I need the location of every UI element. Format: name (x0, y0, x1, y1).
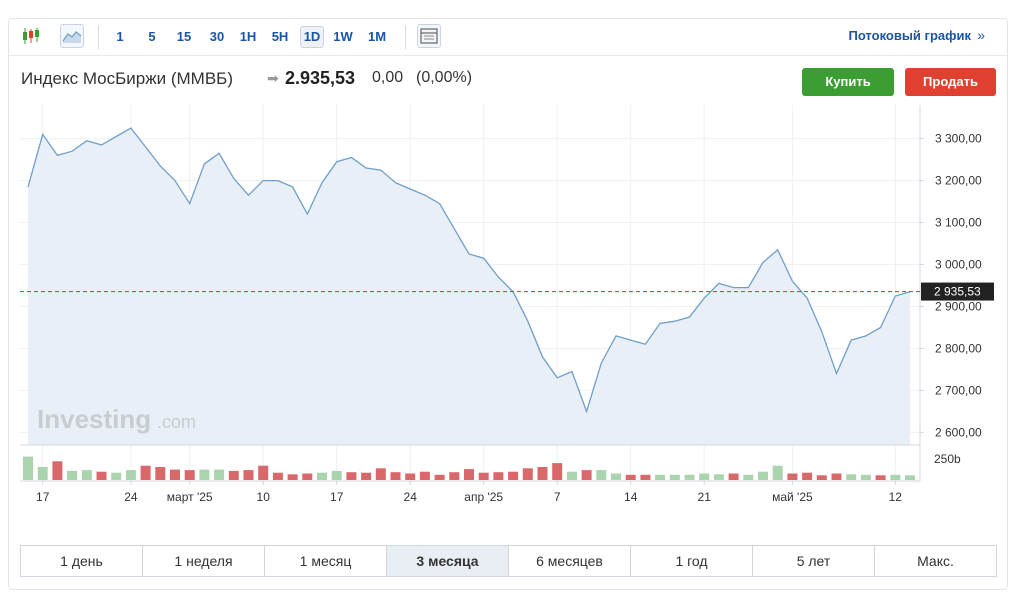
volume-bar (67, 470, 78, 480)
volume-bar (302, 473, 313, 480)
volume-bar (52, 461, 63, 480)
volume-bar (816, 475, 827, 480)
volume-bar (464, 469, 474, 480)
x-tick-label: 24 (404, 490, 418, 504)
range-2[interactable]: 1 месяц (265, 546, 387, 576)
volume-bar (890, 474, 901, 480)
volume-bar (390, 472, 401, 480)
x-tick-label: май '25 (772, 490, 813, 504)
volume-bar (625, 474, 636, 480)
y-tick-label: 3 200,00 (935, 174, 982, 188)
volume-bar (111, 472, 122, 480)
volume-bar (478, 472, 489, 480)
range-3[interactable]: 3 месяца (387, 546, 509, 576)
range-5[interactable]: 1 год (631, 546, 753, 576)
volume-bar (361, 472, 372, 480)
investing-watermark: Investing (37, 404, 151, 434)
volume-bar (905, 475, 915, 480)
volume-bar (125, 470, 136, 480)
volume-bar (758, 471, 768, 480)
range-4[interactable]: 6 месяцев (509, 546, 631, 576)
x-tick-label: 21 (698, 490, 712, 504)
volume-bar (272, 472, 283, 480)
volume-bar (419, 471, 430, 480)
volume-bar (331, 470, 342, 480)
volume-bar (669, 474, 680, 480)
x-tick-label: 7 (554, 490, 561, 504)
x-tick-label: 10 (257, 490, 271, 504)
x-tick-label: 12 (889, 490, 903, 504)
volume-bar (243, 470, 254, 480)
volume-bar (552, 463, 563, 480)
volume-bar (772, 465, 783, 480)
volume-bar (522, 468, 533, 480)
volume-bar (493, 472, 504, 480)
y-tick-label: 3 000,00 (935, 258, 982, 272)
y-tick-label: 3 100,00 (935, 216, 982, 230)
volume-bar (434, 474, 445, 480)
volume-bar (170, 469, 180, 480)
range-6[interactable]: 5 лет (753, 546, 875, 576)
volume-bar (81, 470, 92, 480)
volume-bar (640, 474, 651, 480)
volume-bar (684, 474, 695, 480)
y-tick-label: 2 900,00 (935, 299, 982, 313)
volume-bar (655, 474, 666, 480)
volume-bar (287, 474, 298, 480)
volume-bar (140, 465, 151, 480)
volume-bar (713, 474, 724, 480)
volume-bar (214, 469, 225, 480)
volume-bar (860, 474, 871, 480)
volume-bar (566, 471, 577, 480)
volume-bar (199, 469, 210, 480)
investing-watermark-suffix: .com (157, 412, 196, 432)
volume-bar (581, 470, 592, 480)
volume-bar (537, 467, 548, 480)
volume-bar (258, 465, 269, 480)
volume-bar (449, 472, 460, 480)
volume-bar (875, 475, 886, 480)
volume-bar (596, 470, 607, 480)
volume-axis-label: 250b (934, 452, 961, 466)
volume-bar (346, 472, 357, 480)
volume-bar (846, 474, 857, 480)
volume-bar (375, 468, 386, 480)
volume-bar (743, 474, 754, 480)
y-tick-label: 2 700,00 (935, 383, 982, 397)
volume-bar (96, 471, 107, 480)
x-tick-label: 24 (124, 490, 138, 504)
volume-bar (37, 467, 48, 480)
y-tick-label: 2 800,00 (935, 341, 982, 355)
volume-bar (184, 470, 195, 480)
volume-bar (831, 473, 842, 480)
y-tick-label: 3 300,00 (935, 132, 982, 146)
last-price-label: 2 935,53 (934, 285, 981, 299)
x-tick-label: 17 (36, 490, 50, 504)
range-1[interactable]: 1 неделя (143, 546, 265, 576)
x-tick-label: апр '25 (464, 490, 503, 504)
volume-bar (228, 470, 239, 480)
volume-bar (728, 473, 739, 480)
price-chart[interactable]: Investing .com 3 300,00 3 200,00 3 100,00 3 0… (9, 19, 1007, 539)
volume-bar (508, 471, 519, 480)
x-tick-label: 17 (330, 490, 344, 504)
y-tick-label: 2 600,00 (935, 425, 982, 439)
volume-bar (802, 472, 813, 480)
volume-bar (699, 473, 710, 480)
x-tick-label: 14 (624, 490, 638, 504)
x-tick-label: март '25 (167, 490, 213, 504)
volume-bar (787, 473, 798, 480)
chart-widget: 1 5 15 30 1H 5H 1D 1W 1M Потоковый график » Инде… (8, 18, 1008, 590)
volume-bar (317, 472, 327, 480)
volume-bar (405, 473, 416, 480)
range-7[interactable]: Макс. (875, 546, 996, 576)
range-0[interactable]: 1 день (21, 546, 143, 576)
volume-bar (23, 456, 33, 480)
volume-bar (611, 473, 621, 480)
volume-bar (155, 467, 166, 480)
range-selector: 1 день 1 неделя 1 месяц 3 месяца 6 месяцев 1 … (20, 545, 997, 577)
